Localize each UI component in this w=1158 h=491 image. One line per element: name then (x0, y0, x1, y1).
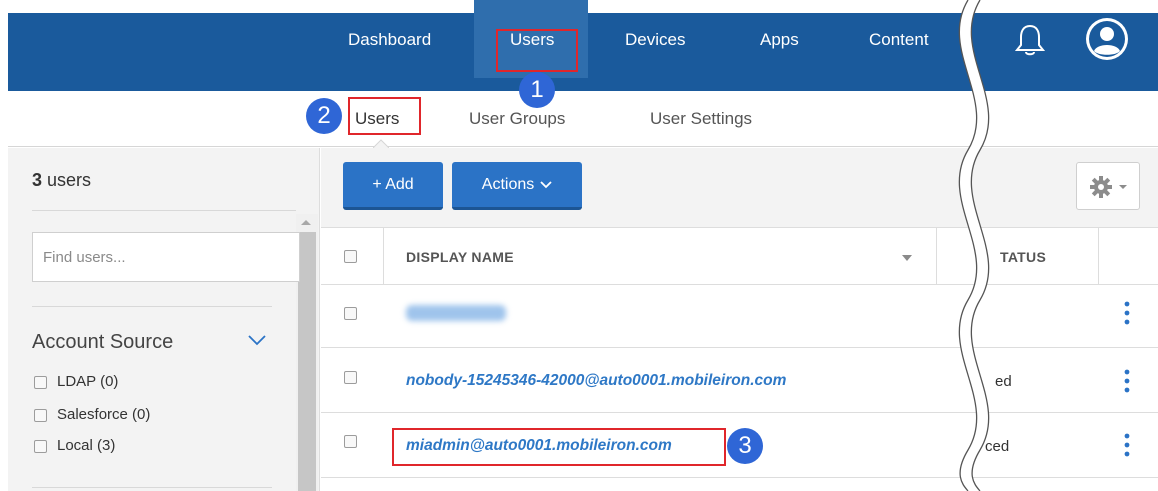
nav-content[interactable]: Content (869, 0, 929, 78)
actions-button[interactable]: Actions (452, 162, 582, 210)
blurred-display-name[interactable] (406, 305, 506, 321)
row-divider (321, 347, 1158, 348)
sidebar-divider (32, 210, 296, 211)
chevron-down-icon (540, 180, 552, 188)
user-avatar-icon[interactable] (1084, 16, 1130, 62)
callout-badge-2: 2 (306, 98, 342, 134)
sort-caret-icon[interactable] (902, 255, 912, 261)
highlight-miadmin-link (392, 428, 726, 466)
callout-badge-1: 1 (519, 72, 555, 108)
account-source-ldap: LDAP (0) (57, 373, 119, 390)
column-divider (936, 228, 937, 284)
gear-icon (1090, 176, 1127, 198)
account-source-title: Account Source (32, 331, 174, 353)
checkbox-salesforce[interactable] (34, 409, 47, 422)
account-source-salesforce: Salesforce (0) (57, 406, 151, 423)
chevron-down-icon[interactable] (247, 333, 267, 347)
row-checkbox[interactable] (344, 435, 357, 448)
nav-dashboard[interactable]: Dashboard (348, 0, 431, 78)
row-divider (321, 412, 1158, 413)
user-display-name-link[interactable]: nobody-15245346-42000@auto0001.mobileiro… (406, 372, 786, 390)
torn-edge-divider (958, 0, 990, 491)
sidebar-scrollbar-thumb[interactable] (298, 232, 316, 491)
settings-gear-button[interactable] (1076, 162, 1140, 210)
sidebar-divider (32, 487, 272, 488)
more-options-icon[interactable] (1124, 433, 1130, 457)
find-users-input[interactable] (32, 232, 300, 282)
account-source-local: Local (3) (57, 437, 116, 454)
actions-label: Actions (481, 175, 535, 193)
subtab-user-settings[interactable]: User Settings (650, 91, 752, 147)
callout-badge-3: 3 (727, 428, 763, 464)
more-options-icon[interactable] (1124, 369, 1130, 393)
sidebar-divider (32, 306, 272, 307)
column-display-name[interactable]: DISPLAY NAME (406, 249, 514, 265)
row-checkbox[interactable] (344, 371, 357, 384)
active-tab-caret (373, 139, 389, 148)
row-checkbox[interactable] (344, 307, 357, 320)
bell-icon[interactable] (1010, 20, 1050, 60)
column-divider (1098, 228, 1099, 284)
checkbox-ldap[interactable] (34, 376, 47, 389)
filter-sidebar (8, 148, 320, 491)
users-count: 3 users (32, 170, 92, 190)
column-divider (383, 228, 384, 284)
add-button[interactable]: + Add (343, 162, 443, 210)
nav-apps[interactable]: Apps (760, 0, 799, 78)
select-all-checkbox[interactable] (344, 250, 357, 263)
nav-devices[interactable]: Devices (625, 0, 685, 78)
more-options-icon[interactable] (1124, 301, 1130, 325)
checkbox-local[interactable] (34, 440, 47, 453)
row-divider (321, 477, 1158, 478)
highlight-users-nav (496, 29, 578, 72)
scroll-up-arrow-icon[interactable] (300, 218, 312, 226)
highlight-users-subtab (348, 97, 421, 135)
